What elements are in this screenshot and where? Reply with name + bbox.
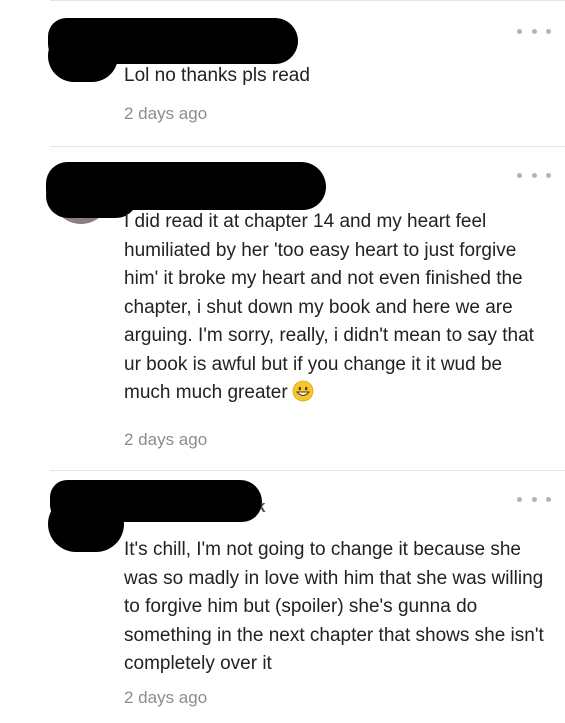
comment-3: k It's chill, I'm not going to change it… — [0, 470, 565, 723]
more-dot-icon — [546, 172, 551, 178]
more-options-button[interactable] — [517, 168, 551, 182]
comment-2: I did read it at chapter 14 and my heart… — [0, 146, 565, 470]
more-dot-icon — [531, 28, 537, 34]
comment-text-body: I did read it at chapter 14 and my heart… — [124, 211, 534, 403]
more-dot-icon — [531, 172, 537, 178]
more-dot-icon — [531, 496, 537, 502]
timestamp: 2 days ago — [124, 430, 208, 449]
comment-text: It's chill, I'm not going to change it b… — [124, 539, 544, 674]
comment-text: Lol no thanks pls read — [124, 65, 310, 86]
more-options-button[interactable] — [517, 492, 551, 506]
more-dot-icon — [546, 28, 551, 34]
more-dot-icon — [517, 28, 522, 34]
more-options-button[interactable] — [517, 24, 551, 38]
comment-text: I did read it at chapter 14 and my heart… — [124, 208, 544, 408]
more-dot-icon — [517, 172, 522, 178]
timestamp: 2 days ago — [124, 104, 208, 123]
redacted-avatar — [48, 30, 118, 82]
more-dot-icon — [517, 496, 522, 502]
timestamp: 2 days ago — [124, 688, 208, 707]
grinning-face-icon — [292, 380, 314, 402]
more-dot-icon — [546, 496, 551, 502]
comment-1: Lol no thanks pls read 2 days ago — [0, 0, 565, 146]
redacted-avatar — [48, 496, 124, 552]
